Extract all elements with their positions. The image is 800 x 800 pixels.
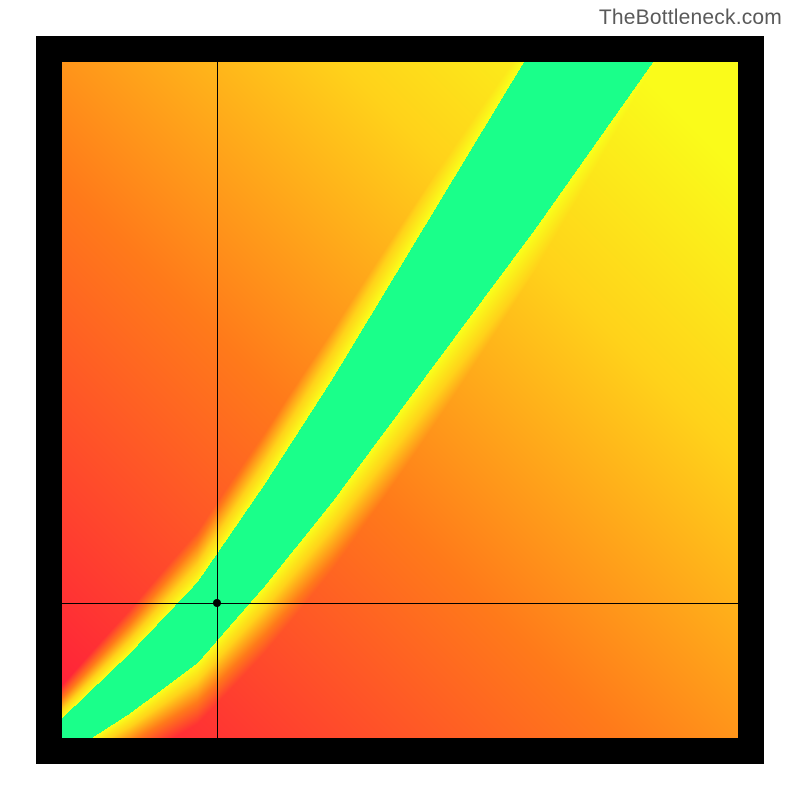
watermark-text: TheBottleneck.com (599, 6, 782, 30)
crosshair-vertical (217, 62, 218, 738)
heatmap-canvas (36, 36, 764, 764)
chart-container: TheBottleneck.com (0, 0, 800, 800)
plot-area (36, 36, 764, 764)
marker-dot (213, 599, 221, 607)
crosshair-horizontal (62, 603, 738, 604)
